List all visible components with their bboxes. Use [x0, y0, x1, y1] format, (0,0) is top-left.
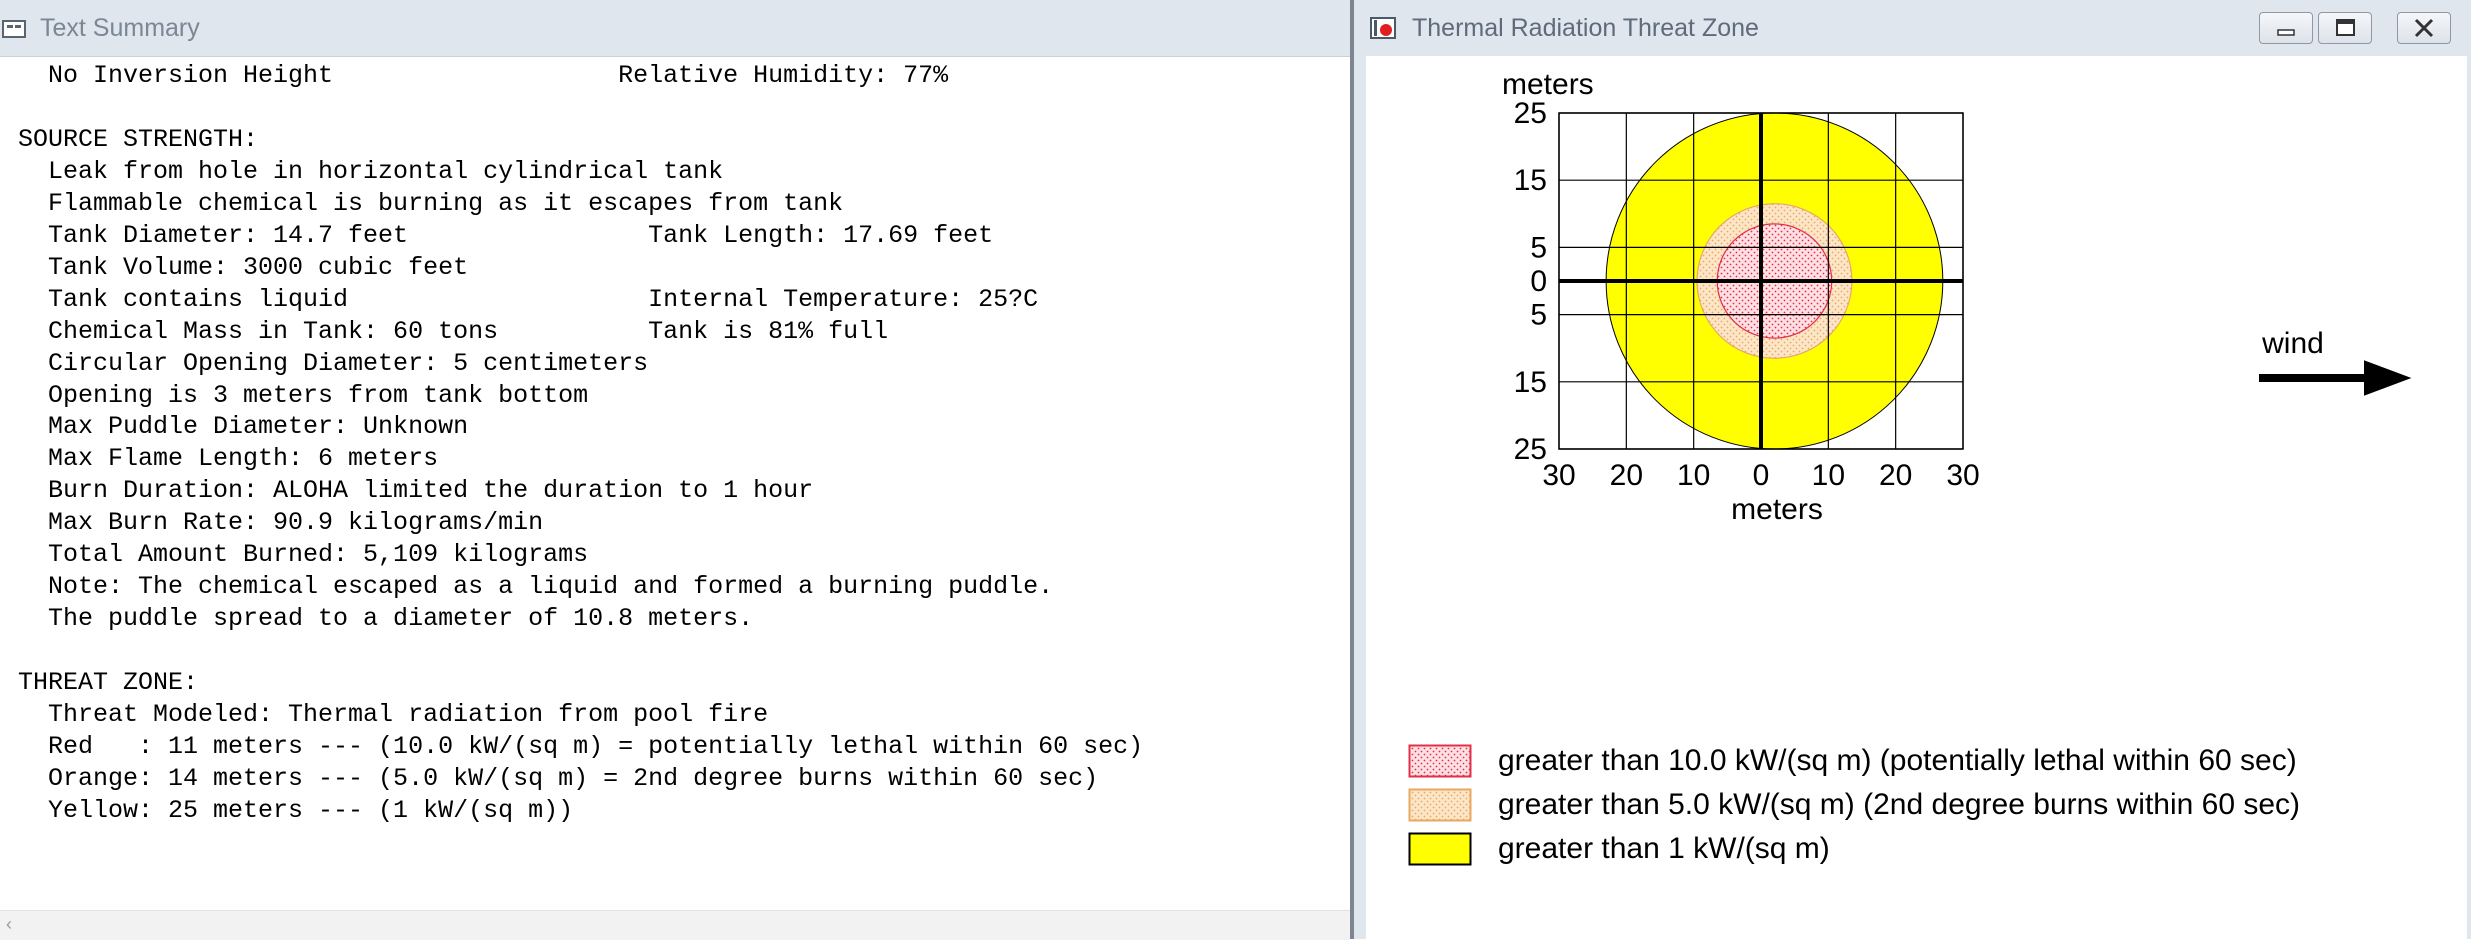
threat-zone-title: Thermal Radiation Threat Zone [1412, 14, 1759, 42]
summary-line: Opening is 3 meters from tank bottom [18, 380, 589, 410]
legend-swatch-orange [1408, 788, 1472, 822]
threat-zone-window: Thermal Radiation Threat Zone 25 15 5 0 5 15 2… [1354, 0, 2471, 939]
x-tick-label: 10 [1812, 459, 1845, 492]
legend-label-orange: greater than 5.0 kW/(sq m) (2nd degree b… [1498, 788, 2301, 821]
text-summary-window: Text Summary No Inversion Height Relativ… [0, 0, 1350, 940]
summary-line: Flammable chemical is burning as it esca… [18, 188, 844, 218]
summary-line: Threat Modeled: Thermal radiation from p… [18, 700, 769, 730]
legend-swatch-fill [1408, 788, 1472, 822]
y-tick-label: 25 [1514, 97, 1547, 130]
threat-zone-client-area: 25 15 5 0 5 15 25 30 20 10 0 10 20 30 meters meters wind… [1366, 56, 2467, 939]
summary-line: Circular Opening Diameter: 5 centimeters [18, 348, 649, 378]
legend-label-red: greater than 10.0 kW/(sq m) (potentially… [1498, 744, 2297, 777]
y-tick-label: 5 [1530, 231, 1547, 264]
legend-swatch-red [1408, 744, 1472, 778]
summary-line: Max Flame Length: 6 meters [18, 444, 439, 474]
summary-line: Tank Diameter: 14.7 feet Tank Length: 17… [18, 220, 994, 250]
close-icon [2414, 18, 2434, 38]
summary-line: Tank contains liquid Internal Temperatur… [18, 284, 1039, 314]
summary-line: Tank Volume: 3000 cubic feet [18, 252, 469, 282]
summary-line: The puddle spread to a diameter of 10.8 … [18, 604, 754, 634]
scroll-left-arrow-icon[interactable]: ‹ [6, 915, 12, 933]
text-summary-app-icon [2, 20, 26, 38]
x-tick-label: 10 [1677, 459, 1710, 492]
x-tick-label: 30 [1946, 459, 1979, 492]
x-tick-label: 30 [1542, 459, 1575, 492]
y-axis-label: meters [1502, 68, 1594, 101]
wind-arrow-icon [2259, 360, 2412, 396]
text-summary-titlebar[interactable]: Text Summary [0, 0, 1350, 57]
x-axis-label: meters [1731, 493, 1823, 526]
minimize-button[interactable] [2259, 12, 2313, 44]
x-tick-label: 20 [1879, 459, 1912, 492]
y-tick-label: 5 [1530, 299, 1547, 332]
threat-zone-titlebar[interactable]: Thermal Radiation Threat Zone [1354, 0, 2471, 58]
summary-line: THREAT ZONE: [18, 668, 199, 698]
legend-swatch-fill [1408, 744, 1472, 778]
summary-line: Total Amount Burned: 5,109 kilograms [18, 540, 589, 570]
y-tick-label: 0 [1530, 265, 1547, 298]
summary-line: Burn Duration: ALOHA limited the duratio… [18, 476, 814, 506]
close-button[interactable] [2397, 12, 2451, 44]
y-tick-label: 15 [1514, 164, 1547, 197]
summary-line: No Inversion Height Relative Humidity: 7… [18, 61, 949, 90]
wind-label: wind [2261, 327, 2324, 360]
legend-swatch-fill [1408, 832, 1472, 866]
legend-swatch-yellow [1408, 832, 1472, 866]
maximize-button[interactable] [2318, 12, 2372, 44]
minimize-icon [2277, 29, 2295, 36]
horizontal-scrollbar[interactable]: ‹ [0, 910, 1350, 940]
summary-line: Note: The chemical escaped as a liquid a… [18, 572, 1054, 602]
y-tick-label: 15 [1514, 366, 1547, 399]
summary-line: SOURCE STRENGTH: [18, 124, 259, 154]
summary-line: Orange: 14 meters --- (5.0 kW/(sq m) = 2… [18, 763, 1099, 793]
legend-label-yellow: greater than 1 kW/(sq m) [1498, 832, 1830, 865]
summary-line: Red : 11 meters --- (10.0 kW/(sq m) = po… [18, 732, 1144, 762]
threat-zone-app-icon [1370, 17, 1396, 39]
text-summary-title: Text Summary [40, 14, 200, 42]
summary-text-body: No Inversion Height Relative Humidity: 7… [18, 60, 1143, 827]
x-tick-label: 20 [1610, 459, 1643, 492]
threat-zone-chart: 2515505152530 20 10 0 10 20 30metersmeterswind [1502, 68, 2412, 526]
x-tick-label: 0 [1753, 459, 1770, 492]
summary-line: Max Puddle Diameter: Unknown [18, 412, 469, 442]
summary-line: Max Burn Rate: 90.9 kilograms/min [18, 508, 544, 538]
maximize-icon [2336, 19, 2355, 36]
summary-line: Yellow: 25 meters --- (1 kW/(sq m)) [18, 795, 574, 825]
summary-line: Chemical Mass in Tank: 60 tons Tank is 8… [18, 316, 889, 346]
summary-line: Leak from hole in horizontal cylindrical… [18, 156, 724, 186]
